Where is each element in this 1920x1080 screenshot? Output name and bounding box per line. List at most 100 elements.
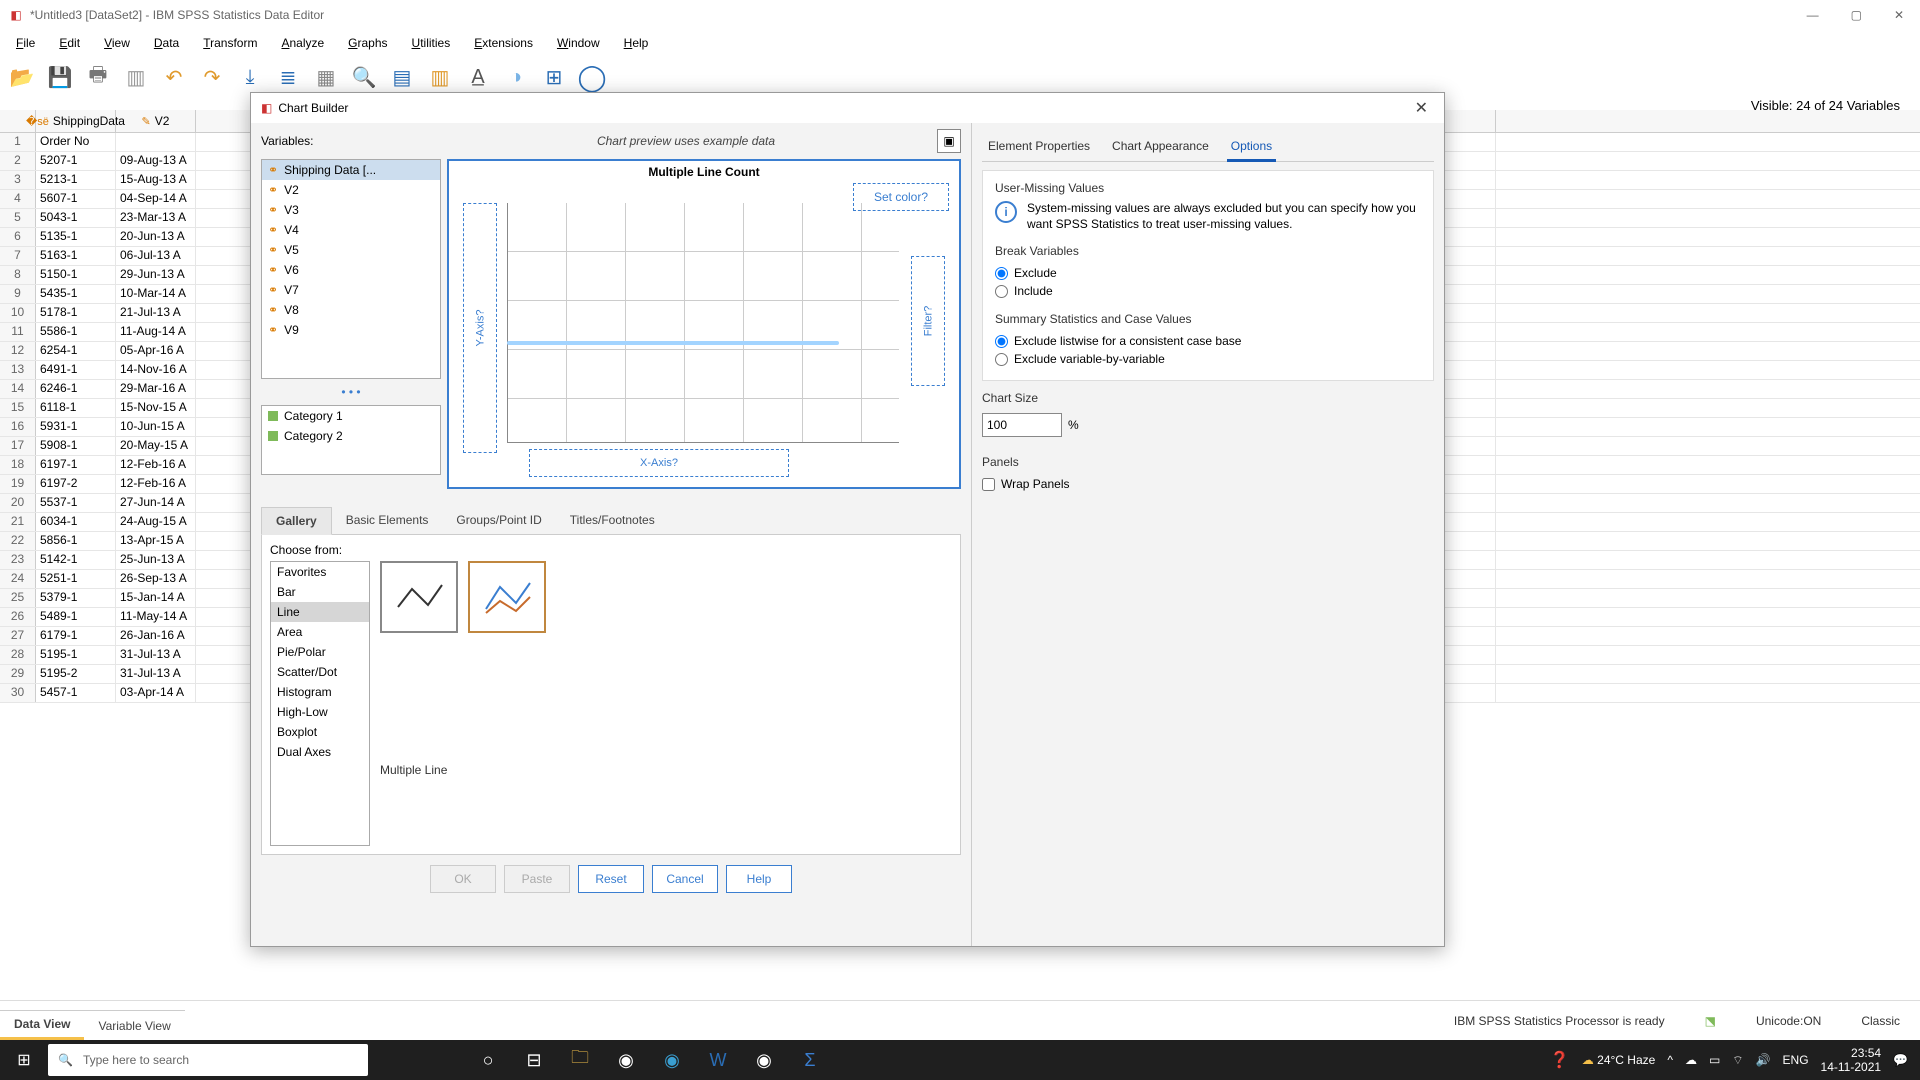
chrome-icon[interactable]: ◉ (744, 1044, 784, 1076)
edge-icon[interactable]: ◉ (652, 1044, 692, 1076)
category-item[interactable]: Category 1 (262, 406, 440, 426)
chart-type-boxplot[interactable]: Boxplot (271, 722, 369, 742)
menu-extensions[interactable]: Extensions (462, 34, 545, 52)
builder-tab-gallery[interactable]: Gallery (261, 507, 332, 535)
drag-handle[interactable]: • • • (261, 383, 441, 401)
variables-list[interactable]: ⚭Shipping Data [...⚭V2⚭V3⚭V4⚭V5⚭V6⚭V7⚭V8… (261, 159, 441, 379)
notifications-icon[interactable]: 💬 (1893, 1053, 1908, 1067)
chart-type-line[interactable]: Line (271, 602, 369, 622)
column-header-v2[interactable]: ✎V2 (116, 110, 196, 132)
radio-exclude-varbyvar[interactable]: Exclude variable-by-variable (995, 352, 1421, 366)
cancel-button[interactable]: Cancel (652, 865, 718, 893)
variable-item[interactable]: ⚭Shipping Data [... (262, 160, 440, 180)
onedrive-icon[interactable]: ☁ (1685, 1053, 1697, 1067)
variable-item[interactable]: ⚭V6 (262, 260, 440, 280)
start-button[interactable]: ⊞ (0, 1050, 48, 1070)
variable-item[interactable]: ⚭V7 (262, 280, 440, 300)
tray-chevron-icon[interactable]: ^ (1667, 1053, 1673, 1067)
goto-icon[interactable]: ⤓ (236, 63, 264, 91)
y-axis-dropzone[interactable]: Y-Axis? (463, 203, 497, 453)
menu-data[interactable]: Data (142, 34, 191, 52)
chart-type-favorites[interactable]: Favorites (271, 562, 369, 582)
chart-type-area[interactable]: Area (271, 622, 369, 642)
reset-button[interactable]: Reset (578, 865, 644, 893)
help-button[interactable]: Help (726, 865, 792, 893)
filter-dropzone[interactable]: Filter? (911, 256, 945, 386)
obs-icon[interactable]: ◉ (606, 1044, 646, 1076)
select-icon[interactable]: ⊞ (540, 63, 568, 91)
variable-item[interactable]: ⚭V3 (262, 200, 440, 220)
categories-list[interactable]: Category 1Category 2 (261, 405, 441, 475)
radio-break-include[interactable]: Include (995, 284, 1421, 298)
volume-icon[interactable]: 🔊 (1756, 1053, 1771, 1067)
clock[interactable]: 23:54 14-11-2021 (1821, 1046, 1882, 1075)
menu-analyze[interactable]: Analyze (269, 34, 336, 52)
menu-edit[interactable]: Edit (47, 34, 92, 52)
goto-var-icon[interactable]: ≣ (274, 63, 302, 91)
chart-preview[interactable]: Multiple Line Count Set color? Y-Axis? F… (447, 159, 961, 489)
chart-options-button[interactable]: ▣ (937, 129, 961, 153)
find-icon[interactable]: 🔍 (350, 63, 378, 91)
options-tab-element-properties[interactable]: Element Properties (984, 133, 1094, 161)
chart-type-pie-polar[interactable]: Pie/Polar (271, 642, 369, 662)
language-indicator[interactable]: ENG (1783, 1053, 1809, 1067)
menu-file[interactable]: File (4, 34, 47, 52)
value-labels-icon[interactable]: ◯ (578, 63, 606, 91)
radio-break-exclude[interactable]: Exclude (995, 266, 1421, 280)
undo-icon[interactable]: ↶ (160, 63, 188, 91)
split-icon[interactable]: A̲ (464, 63, 492, 91)
variable-item[interactable]: ⚭V8 (262, 300, 440, 320)
variable-item[interactable]: ⚭V5 (262, 240, 440, 260)
chart-thumb-simple-line[interactable] (380, 561, 458, 633)
file-explorer-icon[interactable]: 🗀 (560, 1044, 600, 1076)
menu-graphs[interactable]: Graphs (336, 34, 399, 52)
options-tab-chart-appearance[interactable]: Chart Appearance (1108, 133, 1213, 161)
chart-thumb-multiple-line[interactable] (468, 561, 546, 633)
insert-case-icon[interactable]: ▤ (388, 63, 416, 91)
maximize-button[interactable]: ▢ (1843, 8, 1870, 22)
save-icon[interactable]: 💾 (46, 63, 74, 91)
cortana-icon[interactable]: ○ (468, 1044, 508, 1076)
insert-var-icon[interactable]: ▥ (426, 63, 454, 91)
wrap-panels-checkbox[interactable]: Wrap Panels (982, 477, 1434, 491)
help-tray-icon[interactable]: ❓ (1550, 1050, 1570, 1070)
menu-help[interactable]: Help (612, 34, 661, 52)
chart-type-scatter-dot[interactable]: Scatter/Dot (271, 662, 369, 682)
weight-icon[interactable]: ◑ (502, 63, 530, 91)
spss-icon[interactable]: Σ (790, 1044, 830, 1076)
menu-view[interactable]: View (92, 34, 142, 52)
word-icon[interactable]: W (698, 1044, 738, 1076)
chart-type-list[interactable]: FavoritesBarLineAreaPie/PolarScatter/Dot… (270, 561, 370, 846)
menu-transform[interactable]: Transform (191, 34, 269, 52)
builder-tab-basic-elements[interactable]: Basic Elements (332, 507, 443, 534)
variable-item[interactable]: ⚭V9 (262, 320, 440, 340)
taskbar-search[interactable]: 🔍 Type here to search (48, 1044, 368, 1076)
chart-type-bar[interactable]: Bar (271, 582, 369, 602)
chart-type-dual-axes[interactable]: Dual Axes (271, 742, 369, 762)
menu-window[interactable]: Window (545, 34, 612, 52)
weather-widget[interactable]: ☁ 24°C Haze (1582, 1053, 1656, 1067)
chart-size-input[interactable] (982, 413, 1062, 437)
print-icon[interactable]: 🖶 (84, 63, 112, 91)
battery-icon[interactable]: ▭ (1709, 1053, 1720, 1067)
open-icon[interactable]: 📂 (8, 63, 36, 91)
vars-icon[interactable]: ▦ (312, 63, 340, 91)
chart-type-high-low[interactable]: High-Low (271, 702, 369, 722)
ok-button[interactable]: OK (430, 865, 496, 893)
builder-tab-groups-point-id[interactable]: Groups/Point ID (442, 507, 555, 534)
dialog-close-button[interactable]: ✕ (1409, 98, 1434, 118)
variable-item[interactable]: ⚭V2 (262, 180, 440, 200)
variable-item[interactable]: ⚭V4 (262, 220, 440, 240)
radio-exclude-listwise[interactable]: Exclude listwise for a consistent case b… (995, 334, 1421, 348)
close-button[interactable]: ✕ (1886, 8, 1912, 22)
paste-button[interactable]: Paste (504, 865, 570, 893)
recall-icon[interactable]: ▥ (122, 63, 150, 91)
wifi-icon[interactable]: ⌔ (1732, 1053, 1743, 1068)
options-tab-options[interactable]: Options (1227, 133, 1276, 162)
minimize-button[interactable]: — (1799, 8, 1827, 22)
redo-icon[interactable]: ↷ (198, 63, 226, 91)
x-axis-dropzone[interactable]: X-Axis? (529, 449, 789, 477)
taskview-icon[interactable]: ⊟ (514, 1044, 554, 1076)
category-item[interactable]: Category 2 (262, 426, 440, 446)
column-header-shippingdata[interactable]: �sëShippingData (36, 110, 116, 132)
